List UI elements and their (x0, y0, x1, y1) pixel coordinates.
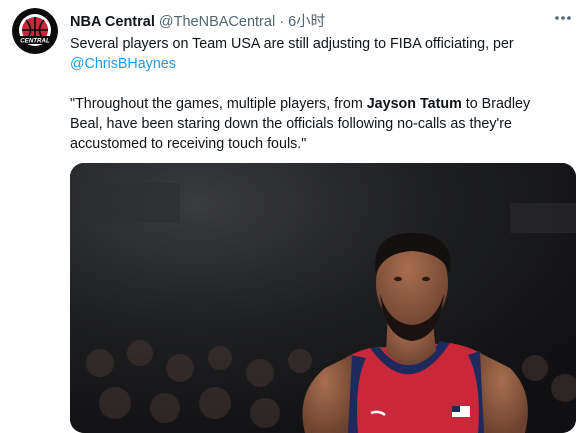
avatar-text: CENTRAL (20, 38, 50, 45)
mention-link[interactable]: @ChrisBHaynes (70, 56, 176, 72)
tweet-card[interactable]: CENTRAL NBA Central @TheNBACentral · 6小时… (0, 0, 578, 433)
account-handle[interactable]: @TheNBACentral (159, 14, 275, 30)
tweet-photo[interactable] (70, 163, 576, 433)
tweet-line-1: Several players on Team USA are still ad… (70, 34, 566, 54)
quote-bold-name: Jayson Tatum (366, 96, 462, 112)
timestamp[interactable]: 6小时 (288, 14, 325, 30)
quote-text-1: "Throughout the games, multiple players,… (70, 96, 367, 112)
tweet-header: NBA Central @TheNBACentral · 6小时 (70, 10, 325, 31)
account-name[interactable]: NBA Central (70, 14, 155, 30)
tweet-quote: "Throughout the games, multiple players,… (70, 94, 566, 154)
tweet-intro: Several players on Team USA are still ad… (70, 36, 514, 52)
player-photo-illustration (70, 163, 576, 433)
more-icon[interactable] (552, 8, 574, 28)
avatar[interactable]: CENTRAL (12, 8, 58, 54)
separator-dot: · (279, 14, 285, 30)
tweet-text: Several players on Team USA are still ad… (70, 34, 566, 154)
